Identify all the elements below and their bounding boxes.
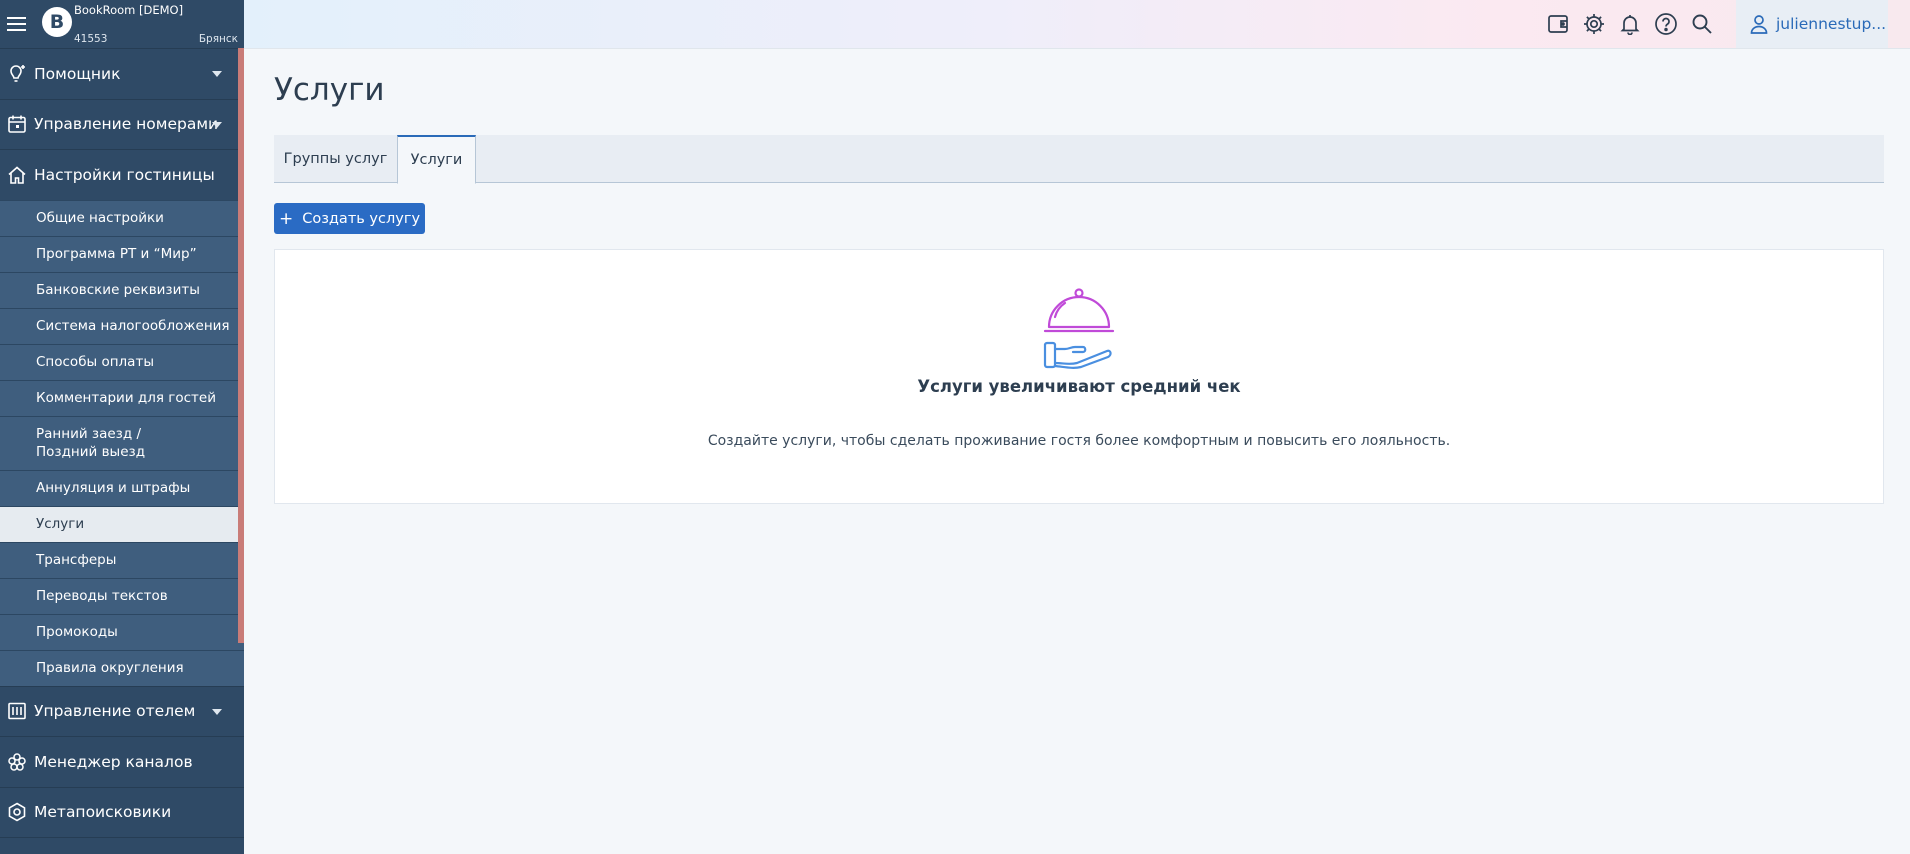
brand-name: BookRoom [DEMO] — [74, 3, 184, 17]
sidebar-item-bank-details[interactable]: Банковские реквизиты — [0, 271, 244, 308]
sidebar-item-cancellation[interactable]: Аннуляция и штрафы — [0, 469, 244, 506]
hotel-city: Брянск — [198, 33, 238, 45]
sidebar-item-loyalty-program[interactable]: Программа РТ и “Мир” — [0, 235, 244, 272]
sidebar-section-more[interactable]: В — [0, 837, 244, 854]
user-menu-button[interactable]: juliennestup... — [1736, 0, 1888, 48]
sidebar-section-hotel-management[interactable]: Управление отелем — [0, 685, 244, 737]
tab-service-groups[interactable]: Группы услуг — [274, 135, 397, 183]
hotel-selector[interactable]: B BookRoom [DEMO] 41553 Брянск — [34, 0, 244, 48]
create-service-label: Создать услугу — [302, 210, 421, 227]
hamburger-icon — [7, 17, 26, 31]
sidebar-item-services[interactable]: Услуги — [0, 505, 244, 542]
cloche-hand-icon — [1043, 288, 1115, 369]
sidebar-section-label: Метапоисковики — [34, 803, 172, 822]
sidebar-section-metasearch[interactable]: Метапоисковики — [0, 786, 244, 838]
sidebar-section-assistant[interactable]: Помощник — [0, 48, 244, 99]
chevron-down-icon — [212, 71, 222, 77]
settings-icon[interactable] — [1581, 11, 1607, 37]
user-name: juliennestup... — [1776, 15, 1887, 33]
hexagon-search-icon — [0, 802, 34, 822]
sidebar-item-translations[interactable]: Переводы текстов — [0, 577, 244, 614]
sidebar-section-label: Помощник — [34, 64, 121, 83]
sidebar-item-payment-methods[interactable]: Способы оплаты — [0, 343, 244, 380]
tab-services[interactable]: Услуги — [397, 135, 476, 184]
sidebar-header: B BookRoom [DEMO] 41553 Брянск — [0, 0, 244, 48]
sidebar-section-label: Настройки гостиницы — [34, 165, 215, 184]
sidebar-item-rounding-rules[interactable]: Правила округления — [0, 649, 244, 686]
brand-logo: B — [42, 7, 72, 37]
calendar-icon — [0, 114, 34, 134]
page-title: Услуги — [274, 72, 385, 108]
sidebar-item-promocodes[interactable]: Промокоды — [0, 613, 244, 650]
sidebar-section-hotel-settings[interactable]: Настройки гостиницы — [0, 149, 244, 200]
dashboard-icon — [0, 701, 34, 721]
sidebar-item-early-late[interactable]: Ранний заезд / Поздний выезд — [0, 415, 244, 470]
user-icon — [1750, 15, 1768, 34]
tabs-bar: Группы услуг Услуги — [274, 135, 1884, 184]
sidebar-section-label: Управление номерами — [34, 115, 219, 134]
sidebar: B BookRoom [DEMO] 41553 Брянск Помощник … — [0, 0, 244, 854]
sidebar-item-guest-comments[interactable]: Комментарии для гостей — [0, 379, 244, 416]
chevron-down-icon — [212, 708, 222, 715]
sidebar-item-tax-system[interactable]: Система налогообложения — [0, 307, 244, 344]
sidebar-section-channel-manager[interactable]: Менеджер каналов — [0, 736, 244, 787]
lightbulb-icon — [0, 63, 34, 85]
wallet-icon[interactable] — [1545, 11, 1571, 37]
empty-state-title: Услуги увеличивают средний чек — [917, 377, 1241, 396]
menu-toggle-button[interactable] — [0, 0, 34, 48]
empty-state-panel: Услуги увеличивают средний чек Создайте … — [274, 249, 1884, 504]
sidebar-item-transfers[interactable]: Трансферы — [0, 541, 244, 578]
bell-icon[interactable] — [1617, 11, 1643, 37]
sidebar-item-general-settings[interactable]: Общие настройки — [0, 199, 244, 236]
plus-icon: + — [278, 208, 294, 229]
sidebar-section-rooms[interactable]: Управление номерами — [0, 98, 244, 150]
hotel-id: 41553 — [74, 33, 108, 45]
home-icon — [0, 165, 34, 185]
hexagon-flower-icon — [0, 752, 34, 772]
sidebar-section-label: Менеджер каналов — [34, 752, 193, 771]
search-icon[interactable] — [1689, 11, 1715, 37]
top-bar: juliennestup... — [244, 0, 1910, 49]
sidebar-scroll-accent — [238, 48, 244, 643]
help-icon[interactable] — [1653, 11, 1679, 37]
chevron-down-icon — [212, 121, 222, 128]
create-service-button[interactable]: + Создать услугу — [274, 203, 425, 234]
sidebar-section-label: Управление отелем — [34, 702, 196, 721]
empty-state-description: Создайте услуги, чтобы сделать проживани… — [707, 433, 1451, 449]
